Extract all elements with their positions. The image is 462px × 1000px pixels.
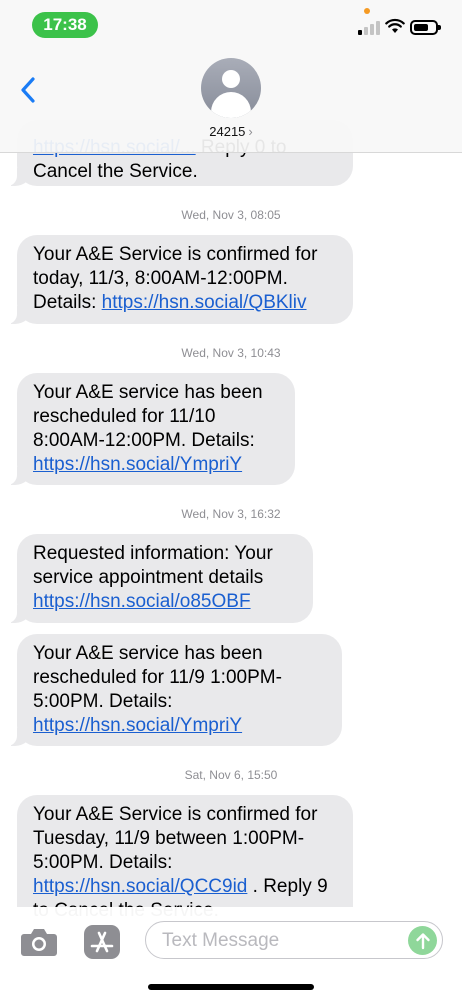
message-text: Requested information: Your service appo… (33, 543, 273, 588)
status-bar: 17:38 (0, 0, 462, 50)
send-button[interactable] (408, 926, 437, 955)
message-link[interactable]: https://hsn.social/QBKliv (102, 292, 307, 313)
timestamp: Sat, Nov 6, 15:50 (184, 768, 278, 782)
chevron-right-icon: › (248, 124, 253, 139)
back-chevron-icon[interactable] (18, 76, 38, 104)
message-link[interactable]: https://hsn.social/QCC9id (33, 876, 247, 897)
home-indicator[interactable] (148, 984, 314, 990)
conversation-header: 17:38 24215 › (0, 0, 462, 153)
message-bubble[interactable]: Requested information: Your service appo… (7, 534, 313, 623)
camera-icon[interactable] (20, 927, 58, 957)
message-link[interactable]: https://hsn.social/o85OBF (33, 591, 251, 612)
contact-number: 24215 (209, 124, 246, 139)
message-field[interactable] (145, 921, 443, 960)
message-text: Your A&E service has been rescheduled fo… (33, 382, 263, 451)
app-store-icon[interactable] (84, 925, 120, 959)
message-input[interactable] (160, 922, 404, 960)
status-time[interactable]: 17:38 (32, 12, 98, 38)
message-link[interactable]: https://hsn.social/YmpriY (33, 454, 242, 475)
message-text: Your A&E service has been rescheduled fo… (33, 643, 282, 712)
privacy-indicator-icon (364, 8, 370, 14)
battery-icon (410, 20, 441, 35)
message-bubble[interactable]: Your A&E service has been rescheduled fo… (7, 634, 342, 746)
timestamp: Wed, Nov 3, 08:05 (181, 208, 281, 222)
contact-name[interactable]: 24215 › (0, 124, 462, 139)
message-text: Your A&E Service is confirmed for Tuesda… (33, 804, 318, 873)
message-bubble[interactable]: Your A&E Service is confirmed for today,… (7, 235, 353, 324)
wifi-icon (385, 18, 405, 33)
message-link[interactable]: https://hsn.social/YmpriY (33, 715, 242, 736)
timestamp: Wed, Nov 3, 10:43 (181, 346, 281, 360)
avatar-icon[interactable] (201, 58, 261, 118)
message-bubble[interactable]: Your A&E service has been rescheduled fo… (7, 373, 295, 485)
signal-icon (358, 21, 380, 35)
timestamp: Wed, Nov 3, 16:32 (181, 507, 281, 521)
send-arrow-icon (415, 932, 430, 949)
